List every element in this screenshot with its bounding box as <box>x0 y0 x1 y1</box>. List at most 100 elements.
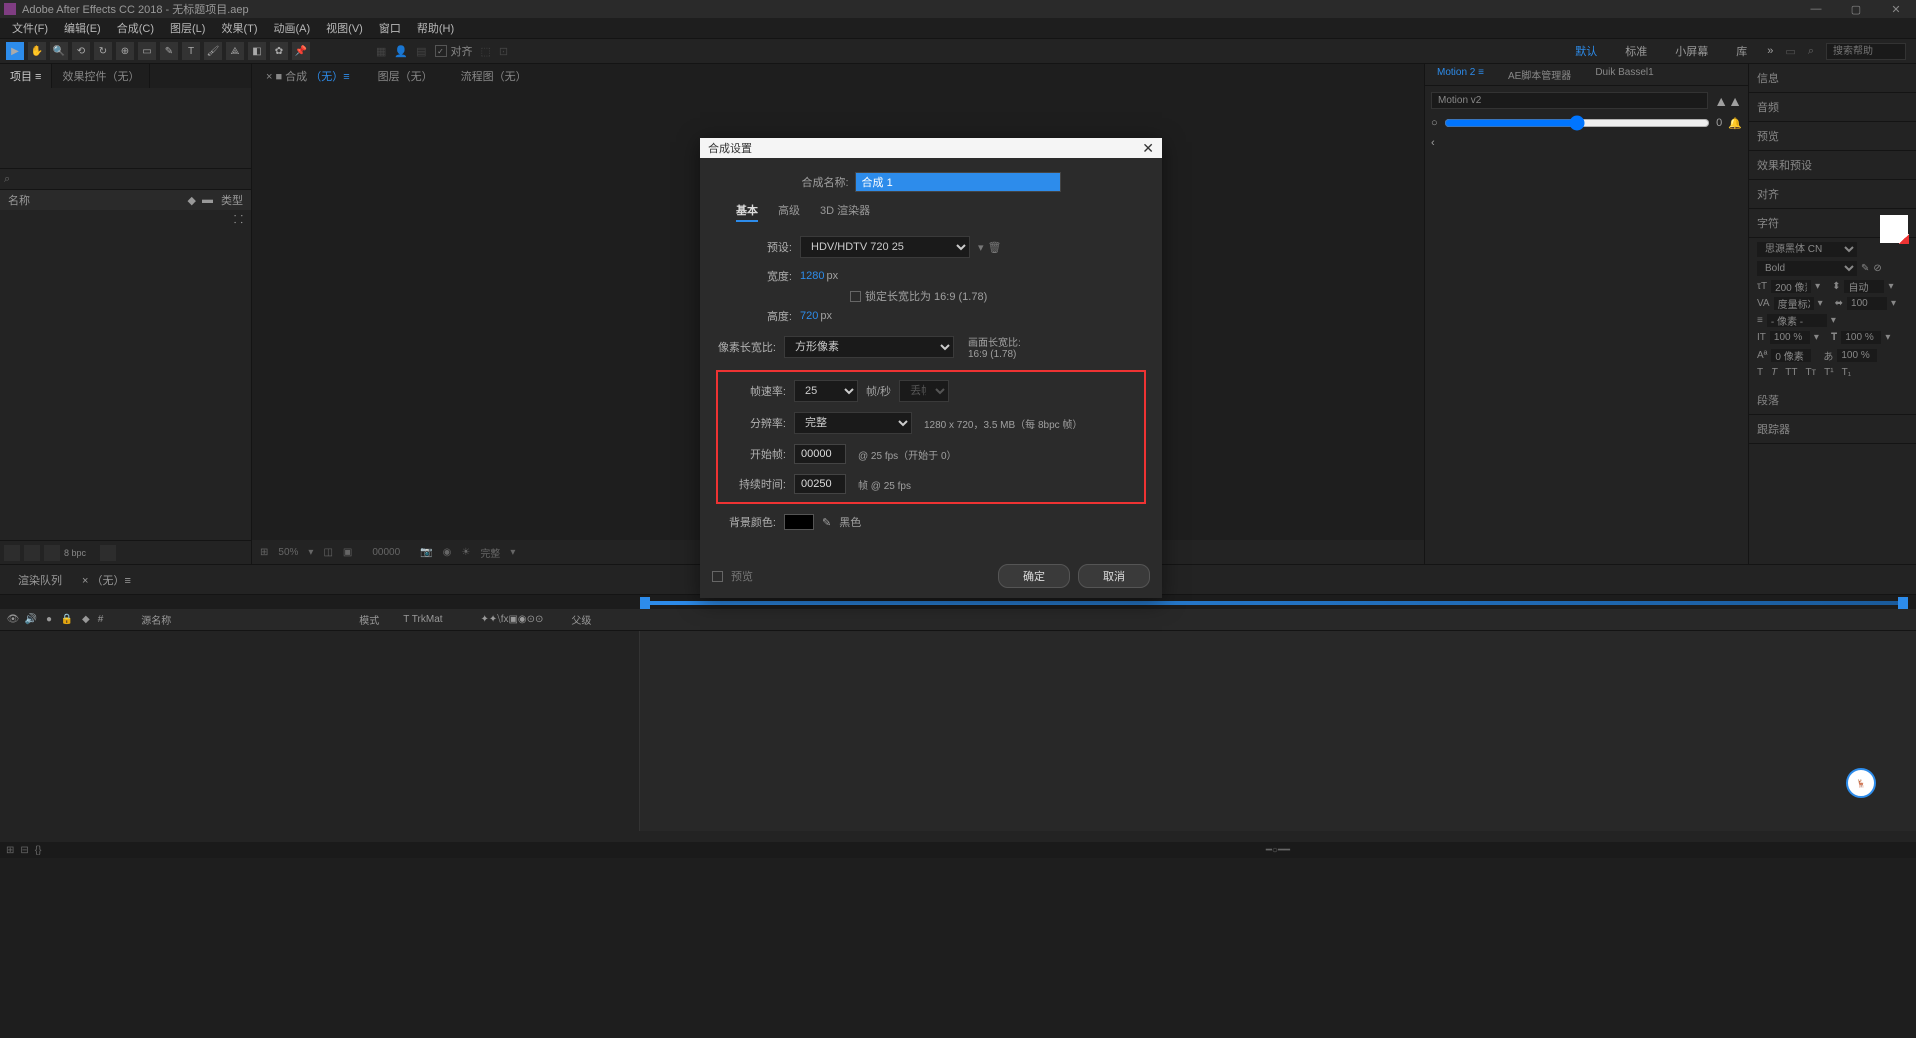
font-weight-select[interactable]: Bold <box>1757 261 1857 276</box>
bg-eyedropper-icon[interactable]: ✎ <box>822 516 831 529</box>
cancel-button[interactable]: 取消 <box>1078 564 1150 588</box>
toggle-modes-icon[interactable]: ⊟ <box>20 845 28 856</box>
sync-icon[interactable]: ▭ <box>1785 45 1795 58</box>
channel-icon[interactable]: ◉ <box>443 547 452 558</box>
clone-tool-icon[interactable]: ⟁ <box>226 42 244 60</box>
align-section[interactable]: 对齐 <box>1749 180 1916 209</box>
tracker-section[interactable]: 跟踪器 <box>1749 415 1916 444</box>
close-window-button[interactable]: ✕ <box>1876 0 1916 18</box>
tsume-input[interactable] <box>1837 349 1877 362</box>
ok-button[interactable]: 确定 <box>998 564 1070 588</box>
effects-presets-section[interactable]: 效果和预设 <box>1749 151 1916 180</box>
mesh-icon[interactable]: ▦ <box>376 45 386 58</box>
menu-animation[interactable]: 动画(A) <box>266 20 319 36</box>
font-family-select[interactable]: 思源黑体 CN <box>1757 242 1857 257</box>
snap-option-icon[interactable]: ⬚ <box>481 45 491 58</box>
time-display[interactable]: 00000 <box>372 547 400 558</box>
menu-view[interactable]: 视图(V) <box>318 20 371 36</box>
project-search-input[interactable] <box>0 168 251 190</box>
source-name-header[interactable]: 源名称 <box>141 612 171 627</box>
roto-tool-icon[interactable]: ✿ <box>270 42 288 60</box>
info-section[interactable]: 信息 <box>1749 64 1916 93</box>
motion-slider[interactable] <box>1444 115 1711 131</box>
menu-help[interactable]: 帮助(H) <box>409 20 462 36</box>
hscale-input[interactable] <box>1841 331 1881 344</box>
menu-edit[interactable]: 编辑(E) <box>56 20 109 36</box>
tab-3d-renderer[interactable]: 3D 渲染器 <box>820 202 870 222</box>
pen-tool-icon[interactable]: ✎ <box>160 42 178 60</box>
dialog-close-button[interactable]: ✕ <box>1142 140 1154 157</box>
duration-input[interactable] <box>794 474 846 494</box>
preset-select[interactable]: HDV/HDTV 720 25 <box>800 236 970 258</box>
workspace-overflow-icon[interactable]: » <box>1767 45 1773 57</box>
speaker-icon[interactable]: 🔊 <box>24 614 38 625</box>
superscript-icon[interactable]: T¹ <box>1824 367 1833 378</box>
col-icon2[interactable]: ▬ <box>202 194 213 207</box>
audio-section[interactable]: 音频 <box>1749 93 1916 122</box>
width-value[interactable]: 1280 <box>800 270 824 282</box>
preview-section[interactable]: 预览 <box>1749 122 1916 151</box>
allcaps-icon[interactable]: TT <box>1785 367 1797 378</box>
new-folder-icon[interactable] <box>24 545 40 561</box>
drop-frame-select[interactable]: 丢帧 <box>899 380 949 402</box>
menu-window[interactable]: 窗口 <box>371 20 409 36</box>
minimize-button[interactable]: — <box>1796 0 1836 18</box>
playhead-start[interactable] <box>640 597 650 609</box>
menu-layer[interactable]: 图层(L) <box>162 20 213 36</box>
workspace-standard[interactable]: 标准 <box>1617 41 1655 61</box>
bg-color-swatch[interactable] <box>784 514 814 530</box>
timeline-graph-area[interactable] <box>640 631 1916 831</box>
switches-icon[interactable]: ✦✦⧹fx▣◉⊙⊙ <box>481 614 544 625</box>
subscript-icon[interactable]: T₁ <box>1842 367 1851 378</box>
font-color-swatch[interactable] <box>1880 215 1908 243</box>
character-section[interactable]: 字符 <box>1749 209 1916 238</box>
col-name-header[interactable]: 名称 <box>8 192 188 208</box>
project-tab[interactable]: 项目 ≡ <box>0 64 52 88</box>
anchor-tool-icon[interactable]: ⊕ <box>116 42 134 60</box>
circle-icon[interactable]: ○ <box>1431 117 1438 129</box>
orbit-tool-icon[interactable]: ⟲ <box>72 42 90 60</box>
zoom-dropdown[interactable]: 50% <box>278 547 298 558</box>
trkmat-header[interactable]: T TrkMat <box>403 614 442 625</box>
leading-input[interactable] <box>1844 280 1884 293</box>
duik-tab[interactable]: Duik Bassel1 <box>1583 64 1665 85</box>
new-comp-icon[interactable] <box>44 545 60 561</box>
eye-icon[interactable]: 👁 <box>6 614 20 625</box>
text-tool-icon[interactable]: T <box>182 42 200 60</box>
hand-tool-icon[interactable]: ✋ <box>28 42 46 60</box>
preview-checkbox[interactable] <box>712 571 723 582</box>
save-preset-icon[interactable]: ▾ <box>978 241 984 254</box>
kerning-input[interactable] <box>1774 297 1814 310</box>
toggle-switches-icon[interactable]: ⊞ <box>6 845 14 856</box>
tab-basic[interactable]: 基本 <box>736 202 758 222</box>
timeline-layer-list[interactable] <box>0 631 640 831</box>
flowchart-tab[interactable]: 流程图（无） <box>447 64 541 88</box>
tab-advanced[interactable]: 高级 <box>778 202 800 222</box>
person-icon[interactable]: 👤 <box>394 45 408 58</box>
flow-icon[interactable]: ⸬ <box>234 214 243 226</box>
tracking-input[interactable] <box>1847 297 1887 310</box>
menu-file[interactable]: 文件(F) <box>4 20 56 36</box>
shape-tool-icon[interactable]: ▭ <box>138 42 156 60</box>
resolution-select[interactable]: 完整 <box>794 412 912 434</box>
baseline-input[interactable] <box>1771 349 1811 362</box>
toggle-frame-blend-icon[interactable]: {} <box>35 845 42 856</box>
lock-icon[interactable]: 🔒 <box>60 614 74 625</box>
comp-name-input[interactable] <box>855 172 1061 192</box>
resolution-dropdown[interactable]: 完整 <box>480 545 500 560</box>
pixel-aspect-select[interactable]: 方形像素 <box>784 336 954 358</box>
rotate-tool-icon[interactable]: ↻ <box>94 42 112 60</box>
effects-controls-tab[interactable]: 效果控件（无） <box>52 64 150 88</box>
stroke-width-input[interactable] <box>1767 314 1827 327</box>
italic-icon[interactable]: T <box>1771 367 1777 378</box>
ae-script-manager-tab[interactable]: AE脚本管理器 <box>1496 64 1583 85</box>
mask-icon[interactable]: ▣ <box>343 547 352 558</box>
mode-header[interactable]: 模式 <box>359 612 379 627</box>
paragraph-section[interactable]: 段落 <box>1749 386 1916 415</box>
font-size-input[interactable] <box>1771 280 1811 293</box>
magnify-icon[interactable]: ⊞ <box>260 547 268 558</box>
label-color-icon[interactable]: ◆ <box>82 614 90 625</box>
alpha-icon[interactable]: ◫ <box>323 547 332 558</box>
height-value[interactable]: 720 <box>800 310 818 322</box>
layer-tab[interactable]: 图层（无） <box>364 64 447 88</box>
